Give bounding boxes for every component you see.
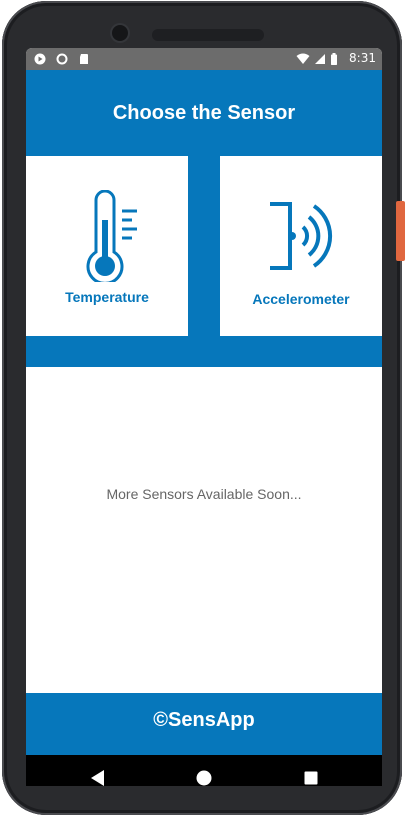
recents-icon[interactable] [303, 769, 319, 786]
system-nav-bar [26, 755, 382, 786]
back-icon[interactable] [90, 769, 106, 786]
sensor-grid: Temperature Accelerometer [26, 156, 382, 367]
status-bar: 8:31 [26, 48, 382, 70]
wifi-icon [296, 53, 310, 64]
status-time: 8:31 [349, 51, 376, 65]
power-button [396, 201, 405, 261]
home-icon[interactable] [196, 769, 212, 786]
battery-icon [331, 53, 337, 65]
app-bar: Choose the Sensor [26, 70, 382, 156]
earpiece-speaker [152, 29, 264, 41]
front-camera [112, 25, 128, 41]
temperature-card[interactable]: Temperature [26, 156, 188, 336]
page-title: Choose the Sensor [112, 102, 296, 124]
thermometer-icon [86, 190, 137, 282]
footer: ©SensApp [26, 693, 382, 755]
temperature-label: Temperature [65, 289, 149, 305]
accelerometer-card[interactable]: Accelerometer [220, 156, 382, 336]
signal-icon [315, 54, 325, 64]
circle-notification-icon [56, 53, 68, 65]
proximity-signal-icon [270, 202, 333, 270]
app-screen: 8:31 Choose the Sensor Temperature Accel… [26, 48, 382, 786]
more-sensors-message: More Sensors Available Soon... [106, 486, 302, 502]
accelerometer-label: Accelerometer [252, 291, 350, 307]
sd-card-icon [80, 54, 88, 64]
footer-copyright: ©SensApp [153, 709, 255, 731]
play-store-icon [34, 53, 46, 65]
